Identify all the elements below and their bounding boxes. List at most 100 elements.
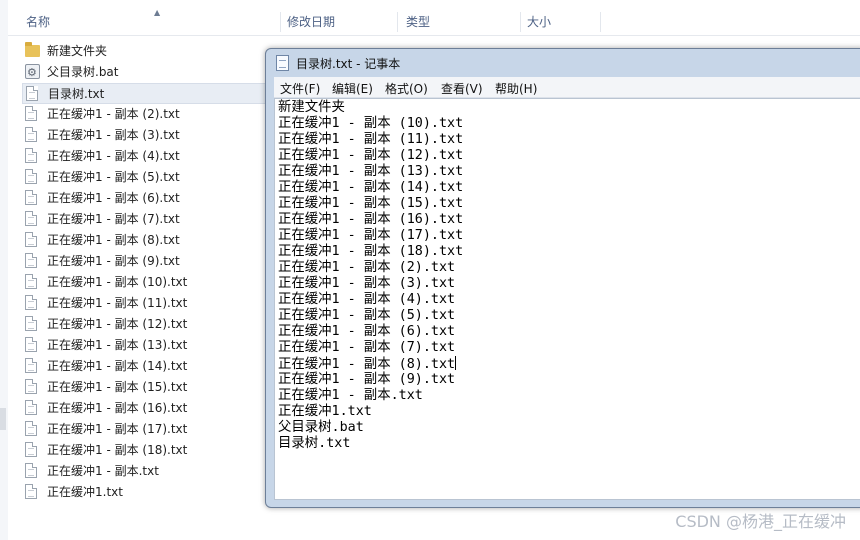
text-line: 正在缓冲1 - 副本 (10).txt	[278, 116, 463, 132]
menu-help[interactable]: 帮助(H)	[495, 80, 537, 97]
column-divider[interactable]	[600, 12, 601, 32]
text-line-content: 正在缓冲1 - 副本 (3).txt	[278, 276, 456, 291]
txt-file-icon	[25, 190, 37, 205]
text-line: 正在缓冲1 - 副本 (9).txt	[278, 372, 463, 388]
text-line-content: 正在缓冲1 - 副本 (11).txt	[278, 132, 464, 147]
column-header-modified[interactable]: 修改日期	[287, 9, 335, 35]
text-line: 正在缓冲1 - 副本 (16).txt	[278, 212, 463, 228]
text-line-content: 正在缓冲1 - 副本 (6).txt	[278, 324, 456, 339]
text-caret	[455, 356, 457, 370]
text-line: 父目录树.bat	[278, 420, 463, 436]
file-name: 新建文件夹	[47, 44, 108, 58]
column-header-bar: 名称 ▲ 修改日期 类型 大小	[8, 8, 860, 36]
notepad-window[interactable]: 目录树.txt - 记事本 文件(F) 编辑(E) 格式(O) 查看(V) 帮助…	[265, 48, 860, 508]
file-row[interactable]: 正在缓冲1 - 副本 (10).txt	[22, 272, 267, 293]
file-row[interactable]: 正在缓冲1 - 副本 (12).txt	[22, 314, 267, 335]
menu-edit[interactable]: 编辑(E)	[332, 80, 373, 97]
file-row[interactable]: 正在缓冲1 - 副本 (13).txt	[22, 335, 267, 356]
text-line-content: 正在缓冲1 - 副本 (13).txt	[278, 164, 464, 179]
txt-file-icon	[25, 358, 37, 373]
text-line: 正在缓冲1 - 副本 (15).txt	[278, 196, 463, 212]
text-line-content: 正在缓冲1 - 副本 (12).txt	[278, 148, 464, 163]
txt-file-icon	[25, 253, 37, 268]
file-row[interactable]: 正在缓冲1 - 副本 (8).txt	[22, 230, 267, 251]
file-row[interactable]: 正在缓冲1 - 副本 (17).txt	[22, 419, 267, 440]
text-line: 正在缓冲1 - 副本 (17).txt	[278, 228, 463, 244]
text-line-content: 正在缓冲1 - 副本 (14).txt	[278, 180, 464, 195]
file-row[interactable]: 正在缓冲1 - 副本 (11).txt	[22, 293, 267, 314]
file-name: 正在缓冲1 - 副本 (3).txt	[47, 128, 180, 142]
file-row[interactable]: 正在缓冲1 - 副本 (4).txt	[22, 146, 267, 167]
folder-icon	[25, 42, 40, 57]
txt-file-icon	[26, 86, 38, 101]
file-name: 正在缓冲1 - 副本 (13).txt	[47, 338, 188, 352]
txt-file-icon	[25, 442, 37, 457]
file-name: 正在缓冲1 - 副本 (17).txt	[47, 422, 188, 436]
txt-file-icon	[25, 211, 37, 226]
txt-file-icon	[25, 148, 37, 163]
menu-bar: 文件(F) 编辑(E) 格式(O) 查看(V) 帮助(H)	[274, 77, 860, 98]
file-name: 正在缓冲1 - 副本 (4).txt	[47, 149, 180, 163]
file-row[interactable]: 正在缓冲1 - 副本.txt	[22, 461, 267, 482]
column-divider[interactable]	[397, 12, 398, 32]
file-row[interactable]: 父目录树.bat	[22, 62, 267, 83]
text-line: 正在缓冲1 - 副本 (7).txt	[278, 340, 463, 356]
file-row[interactable]: 正在缓冲1 - 副本 (15).txt	[22, 377, 267, 398]
file-row[interactable]: 正在缓冲1 - 副本 (5).txt	[22, 167, 267, 188]
text-line-content: 父目录树.bat	[278, 420, 364, 435]
file-row[interactable]: 正在缓冲1 - 副本 (3).txt	[22, 125, 267, 146]
file-row[interactable]: 正在缓冲1 - 副本 (18).txt	[22, 440, 267, 461]
nav-scroll-thumb[interactable]	[0, 408, 6, 430]
file-name: 正在缓冲1 - 副本.txt	[47, 464, 159, 478]
file-row[interactable]: 正在缓冲1.txt	[22, 482, 267, 503]
column-header-name[interactable]: 名称	[26, 9, 50, 35]
column-divider[interactable]	[280, 12, 281, 32]
file-row[interactable]: 新建文件夹	[22, 41, 267, 62]
file-name: 正在缓冲1 - 副本 (18).txt	[47, 443, 188, 457]
file-name: 正在缓冲1 - 副本 (2).txt	[47, 107, 180, 121]
file-row[interactable]: 正在缓冲1 - 副本 (2).txt	[22, 104, 267, 125]
txt-file-icon	[25, 169, 37, 184]
file-name: 正在缓冲1 - 副本 (7).txt	[47, 212, 180, 226]
text-line-content: 正在缓冲1 - 副本 (16).txt	[278, 212, 464, 227]
menu-file[interactable]: 文件(F)	[280, 80, 320, 97]
text-line-content: 正在缓冲1 - 副本.txt	[278, 388, 423, 403]
column-header-type[interactable]: 类型	[406, 9, 430, 35]
file-row[interactable]: 正在缓冲1 - 副本 (7).txt	[22, 209, 267, 230]
txt-file-icon	[25, 232, 37, 247]
text-line: 正在缓冲1 - 副本 (8).txt	[278, 356, 463, 372]
text-line: 正在缓冲1 - 副本 (14).txt	[278, 180, 463, 196]
file-row[interactable]: 正在缓冲1 - 副本 (16).txt	[22, 398, 267, 419]
file-row[interactable]: 正在缓冲1 - 副本 (14).txt	[22, 356, 267, 377]
menu-view[interactable]: 查看(V)	[441, 80, 483, 97]
file-name: 父目录树.bat	[47, 65, 119, 79]
txt-file-icon	[25, 295, 37, 310]
text-line: 正在缓冲1 - 副本 (4).txt	[278, 292, 463, 308]
text-line-content: 正在缓冲1 - 副本 (17).txt	[278, 228, 464, 243]
text-line-content: 正在缓冲1 - 副本 (2).txt	[278, 260, 456, 275]
file-row[interactable]: 正在缓冲1 - 副本 (6).txt	[22, 188, 267, 209]
file-row[interactable]: 目录树.txt	[22, 83, 267, 104]
notepad-titlebar[interactable]: 目录树.txt - 记事本	[266, 49, 860, 77]
text-line: 正在缓冲1 - 副本 (18).txt	[278, 244, 463, 260]
file-row[interactable]: 正在缓冲1 - 副本 (9).txt	[22, 251, 267, 272]
text-line: 正在缓冲1 - 副本 (5).txt	[278, 308, 463, 324]
column-divider[interactable]	[520, 12, 521, 32]
text-line: 新建文件夹	[278, 100, 463, 116]
text-line-content: 正在缓冲1 - 副本 (9).txt	[278, 372, 456, 387]
txt-file-icon	[25, 463, 37, 478]
text-line-content: 新建文件夹	[278, 100, 345, 115]
txt-file-icon	[25, 484, 37, 499]
file-name: 正在缓冲1 - 副本 (9).txt	[47, 254, 180, 268]
text-line-content: 目录树.txt	[278, 436, 351, 451]
column-header-size[interactable]: 大小	[527, 9, 551, 35]
text-editor[interactable]: 新建文件夹 正在缓冲1 - 副本 (10).txt 正在缓冲1 - 副本 (11).…	[274, 98, 860, 500]
text-line: 目录树.txt	[278, 436, 463, 452]
text-line: 正在缓冲1 - 副本 (12).txt	[278, 148, 463, 164]
sort-ascending-icon: ▲	[154, 8, 161, 17]
text-line-content: 正在缓冲1 - 副本 (5).txt	[278, 308, 456, 323]
menu-format[interactable]: 格式(O)	[385, 80, 428, 97]
text-line: 正在缓冲1 - 副本 (11).txt	[278, 132, 463, 148]
text-line: 正在缓冲1 - 副本 (13).txt	[278, 164, 463, 180]
txt-file-icon	[25, 316, 37, 331]
